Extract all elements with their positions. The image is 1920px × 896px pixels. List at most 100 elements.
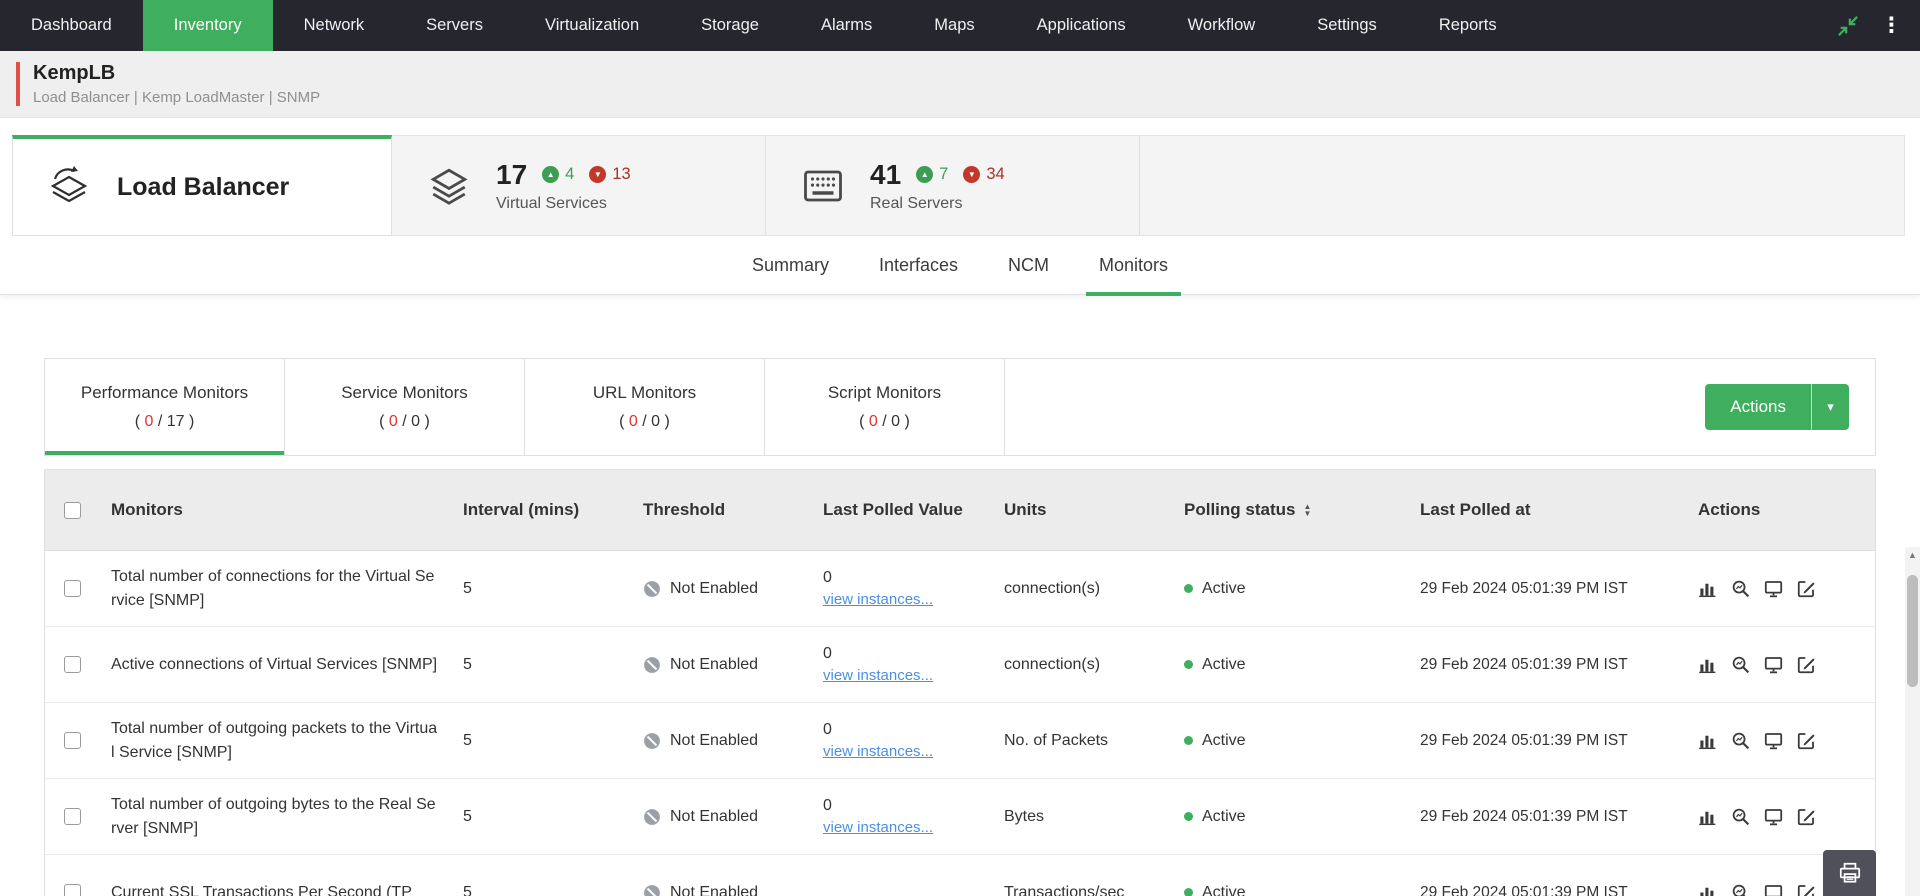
collapse-view-icon[interactable]	[1837, 15, 1859, 37]
row-checkbox[interactable]	[64, 884, 81, 896]
monitor-icon[interactable]	[1764, 731, 1783, 750]
down-count: 34	[986, 165, 1004, 184]
status-dot	[1184, 660, 1193, 669]
header-interval: Interval (mins)	[451, 494, 631, 526]
page: Dashboard Inventory Network Servers Virt…	[0, 0, 1920, 896]
monitor-icon[interactable]	[1764, 883, 1783, 896]
tab-label: Script Monitors	[828, 383, 941, 403]
nav-item-workflow[interactable]: Workflow	[1157, 0, 1287, 51]
status-dot	[1184, 812, 1193, 821]
nav-item-network[interactable]: Network	[273, 0, 396, 51]
bar-chart-icon[interactable]	[1698, 655, 1717, 674]
view-instances-link[interactable]: view instances...	[823, 667, 933, 684]
sort-icon[interactable]: ▲▼	[1303, 503, 1311, 517]
not-enabled-icon	[643, 656, 661, 674]
table-row: Total number of connections for the Virt…	[45, 551, 1875, 627]
bar-chart-icon[interactable]	[1698, 807, 1717, 826]
monitor-name: Total number of outgoing packets to the …	[99, 711, 451, 769]
tab-performance-monitors[interactable]: Performance Monitors 017	[45, 359, 285, 455]
edit-icon[interactable]	[1797, 579, 1816, 598]
table-header-row: Monitors Interval (mins) Threshold Last …	[45, 470, 1875, 551]
row-checkbox[interactable]	[64, 656, 81, 673]
last-polled-value: 0	[823, 645, 980, 663]
zoom-graph-icon[interactable]	[1731, 807, 1750, 826]
view-instances-link[interactable]: view instances...	[823, 819, 933, 836]
tab-interfaces[interactable]: Interfaces	[854, 236, 983, 294]
device-subtitle: Load Balancer | Kemp LoadMaster | SNMP	[33, 89, 320, 106]
scroll-up-icon[interactable]: ▲	[1905, 550, 1920, 560]
zoom-graph-icon[interactable]	[1731, 883, 1750, 896]
actions-button[interactable]: Actions	[1705, 384, 1811, 430]
tab-script-monitors[interactable]: Script Monitors 00	[765, 359, 1005, 455]
tab-monitors[interactable]: Monitors	[1074, 236, 1193, 294]
up-count: 4	[565, 165, 574, 184]
zoom-graph-icon[interactable]	[1731, 579, 1750, 598]
edit-icon[interactable]	[1797, 807, 1816, 826]
nav-item-servers[interactable]: Servers	[395, 0, 514, 51]
chevron-down-icon: ▾	[1827, 399, 1834, 415]
real-servers-card[interactable]: 41 ▲ 7 ▼ 34 Real Servers	[766, 136, 1140, 235]
layers-icon	[426, 165, 472, 207]
tab-url-monitors[interactable]: URL Monitors 00	[525, 359, 765, 455]
edit-icon[interactable]	[1797, 883, 1816, 896]
monitors-table: Monitors Interval (mins) Threshold Last …	[44, 469, 1876, 896]
scrollbar-thumb[interactable]	[1907, 575, 1918, 687]
tab-count: 017	[135, 413, 195, 431]
threshold-text: Not Enabled	[670, 808, 758, 826]
row-checkbox[interactable]	[64, 580, 81, 597]
units-value: connection(s)	[992, 650, 1172, 680]
actions-dropdown-button[interactable]: ▾	[1811, 384, 1849, 430]
edit-icon[interactable]	[1797, 731, 1816, 750]
more-options-icon[interactable]: ⋮	[1881, 15, 1902, 36]
row-checkbox[interactable]	[64, 808, 81, 825]
select-all-checkbox[interactable]	[64, 502, 81, 519]
interval-value: 5	[451, 650, 631, 680]
units-value: Transactions/sec	[992, 878, 1172, 896]
nav-item-applications[interactable]: Applications	[1006, 0, 1157, 51]
nav-item-dashboard[interactable]: Dashboard	[0, 0, 143, 51]
edit-icon[interactable]	[1797, 655, 1816, 674]
nav-item-maps[interactable]: Maps	[903, 0, 1005, 51]
nav-item-inventory[interactable]: Inventory	[143, 0, 273, 51]
monitor-icon[interactable]	[1764, 579, 1783, 598]
up-arrow-icon: ▲	[916, 166, 933, 183]
tab-ncm[interactable]: NCM	[983, 236, 1074, 294]
bar-chart-icon[interactable]	[1698, 579, 1717, 598]
view-instances-link[interactable]: view instances...	[823, 743, 933, 760]
bar-chart-icon[interactable]	[1698, 731, 1717, 750]
bar-chart-icon[interactable]	[1698, 883, 1717, 896]
nav-item-settings[interactable]: Settings	[1286, 0, 1408, 51]
down-arrow-icon: ▼	[589, 166, 606, 183]
monitor-tabs-right: Actions ▾	[1005, 359, 1875, 455]
up-arrow-icon: ▲	[542, 166, 559, 183]
status-text: Active	[1202, 580, 1246, 598]
row-checkbox[interactable]	[64, 732, 81, 749]
view-instances-link[interactable]: view instances...	[823, 591, 933, 608]
zoom-graph-icon[interactable]	[1731, 655, 1750, 674]
tab-service-monitors[interactable]: Service Monitors 00	[285, 359, 525, 455]
header-polling-status[interactable]: Polling status ▲▼	[1172, 494, 1408, 526]
tab-count: 00	[379, 413, 430, 431]
vertical-scrollbar[interactable]: ▲	[1905, 547, 1920, 896]
last-polled-at: 29 Feb 2024 05:01:39 PM IST	[1408, 878, 1686, 896]
nav-item-reports[interactable]: Reports	[1408, 0, 1528, 51]
header-monitors: Monitors	[99, 492, 451, 529]
status-dot	[1184, 736, 1193, 745]
virtual-services-card[interactable]: 17 ▲ 4 ▼ 13 Virtual Services	[392, 136, 766, 235]
zoom-graph-icon[interactable]	[1731, 731, 1750, 750]
server-icon	[800, 165, 846, 207]
units-value: Bytes	[992, 802, 1172, 832]
virtual-services-up: ▲ 4	[542, 165, 574, 184]
print-button[interactable]	[1823, 850, 1876, 896]
last-polled-at: 29 Feb 2024 05:01:39 PM IST	[1408, 726, 1686, 756]
last-polled-at: 29 Feb 2024 05:01:39 PM IST	[1408, 650, 1686, 680]
stats-strip: 17 ▲ 4 ▼ 13 Virtual Services	[392, 135, 1905, 236]
monitor-icon[interactable]	[1764, 655, 1783, 674]
nav-item-storage[interactable]: Storage	[670, 0, 790, 51]
nav-item-virtualization[interactable]: Virtualization	[514, 0, 670, 51]
monitor-icon[interactable]	[1764, 807, 1783, 826]
nav-item-alarms[interactable]: Alarms	[790, 0, 903, 51]
threshold-text: Not Enabled	[670, 656, 758, 674]
device-type-card[interactable]: Load Balancer	[12, 135, 392, 236]
tab-summary[interactable]: Summary	[727, 236, 854, 294]
